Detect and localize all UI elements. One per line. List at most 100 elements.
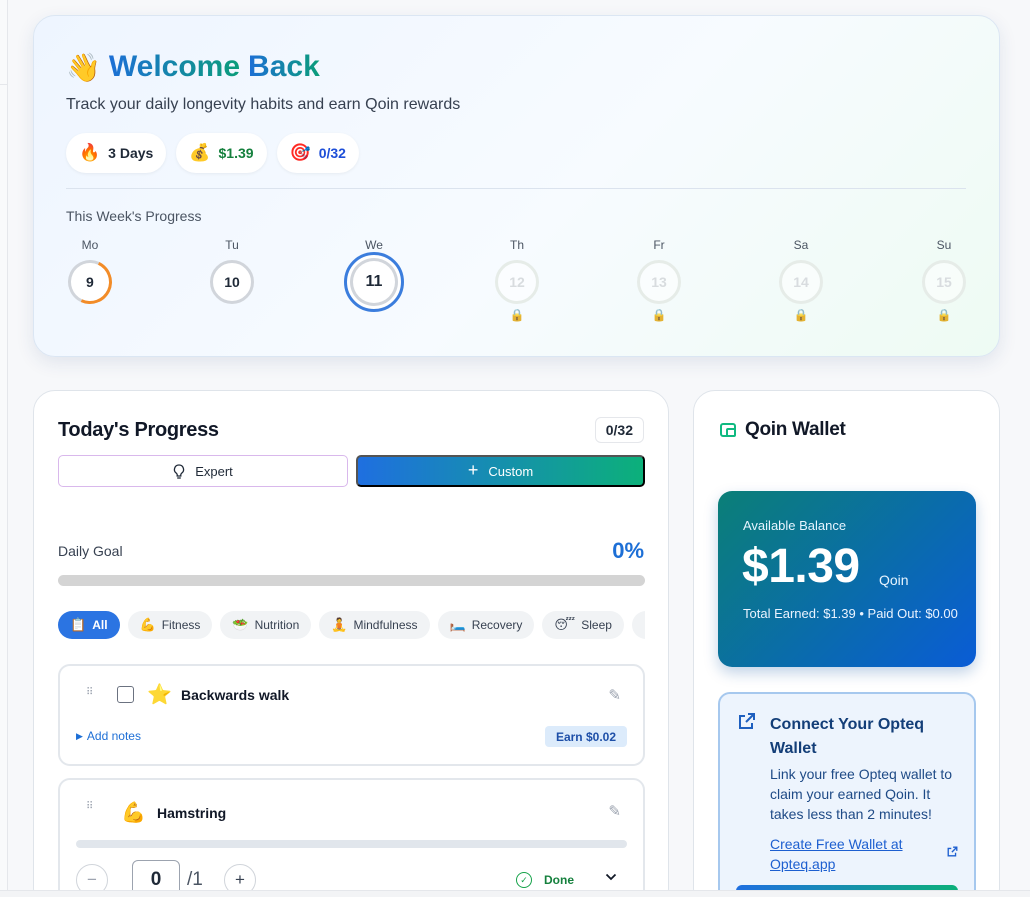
left-rail	[0, 0, 8, 897]
todays-progress-card: Today's Progress 0/32 Expert + Custom Da…	[33, 390, 669, 897]
check-circle-icon: ✓	[516, 872, 532, 888]
balance-panel: Available Balance $1.39 Qoin Total Earne…	[718, 491, 976, 667]
category-label: Mindfulness	[353, 618, 418, 632]
habit-checkbox[interactable]	[117, 686, 134, 703]
wallet-icon	[720, 423, 736, 437]
day-name: Fr	[653, 238, 665, 252]
add-notes-toggle[interactable]: ▶ Add notes	[76, 729, 141, 743]
lock-icon: 🔒	[793, 308, 809, 322]
welcome-subtitle: Track your daily longevity habits and ea…	[66, 96, 461, 113]
daily-goal-label: Daily Goal	[58, 543, 123, 559]
day-ring-locked: 12	[495, 260, 539, 304]
day-number: 10	[224, 274, 240, 290]
brain-icon: 🧠	[644, 617, 645, 633]
day-ring-locked: 14	[779, 260, 823, 304]
category-all[interactable]: 📋 All	[58, 611, 120, 639]
page: 👋 Welcome Back Track your daily longevit…	[0, 0, 1030, 897]
week-days: Mo 9 Tu 10 We 11 Th 12 🔒 Fr 13 🔒 Sa 14 🔒…	[34, 238, 1001, 338]
connect-title: Connect Your Opteq Wallet	[770, 716, 925, 757]
day-ring-today: 11	[344, 252, 404, 312]
done-label: Done	[544, 873, 574, 887]
meditation-icon: 🧘	[331, 617, 348, 632]
fire-icon: 🔥	[79, 143, 101, 162]
habit-progress-bar	[76, 840, 627, 848]
bed-icon: 🛏️	[449, 617, 466, 632]
lightbulb-icon	[174, 463, 185, 479]
flexed-biceps-icon: 💪	[139, 617, 156, 632]
category-fitness[interactable]: 💪 Fitness	[127, 611, 213, 639]
quantity-max: /1	[187, 869, 203, 890]
external-link-icon	[738, 712, 756, 735]
habit-card-hamstring: ⠿ 💪 Hamstring ✎ − 0 /1 + ✓ Done	[58, 778, 645, 897]
week-progress-label: This Week's Progress	[66, 208, 202, 224]
day-number: 15	[936, 274, 952, 290]
lock-icon: 🔒	[651, 308, 667, 322]
pencil-icon[interactable]: ✎	[608, 802, 621, 820]
sleeping-face-icon: 😴	[554, 617, 576, 632]
expert-button[interactable]: Expert	[58, 455, 348, 487]
day-name: Sa	[793, 238, 809, 252]
pencil-icon[interactable]: ✎	[608, 686, 621, 704]
custom-label: Custom	[488, 463, 534, 479]
chevron-down-icon[interactable]	[605, 870, 617, 884]
day-mo[interactable]: Mo 9	[55, 238, 125, 311]
day-name: Su	[936, 238, 952, 252]
welcome-title-word2: Back	[248, 50, 320, 83]
day-sa: Sa 14 🔒	[766, 238, 836, 322]
category-recovery[interactable]: 🛏️ Recovery	[437, 611, 535, 639]
day-name: Tu	[225, 238, 239, 252]
star-icon: ⭐	[147, 684, 172, 706]
target-icon: 🎯	[289, 143, 311, 162]
day-ring-locked: 15	[922, 260, 966, 304]
balance-totals: Total Earned: $1.39 • Paid Out: $0.00	[743, 606, 958, 621]
day-number: 11	[365, 273, 383, 290]
category-sleep[interactable]: 😴 Sleep	[542, 611, 624, 639]
drag-handle-icon[interactable]: ⠿	[86, 688, 94, 698]
day-name: Mo	[81, 238, 99, 252]
day-ring: 10	[210, 260, 254, 304]
stats-chips: 🔥 3 Days 💰 $1.39 🎯 0/32	[66, 133, 359, 173]
earnings-chip: 💰 $1.39	[176, 133, 267, 173]
custom-button[interactable]: + Custom	[356, 455, 645, 487]
salad-icon: 🥗	[232, 617, 249, 632]
day-su: Su 15 🔒	[909, 238, 979, 322]
connect-description: Link your free Opteq wallet to claim you…	[770, 766, 953, 822]
lock-icon: 🔒	[936, 308, 952, 322]
streak-chip: 🔥 3 Days	[66, 133, 167, 173]
wallet-title: Qoin Wallet	[720, 419, 846, 441]
category-label: Nutrition	[254, 618, 300, 632]
category-mindfulness[interactable]: 🧘 Mindfulness	[319, 611, 430, 639]
day-number: 12	[509, 274, 525, 290]
balance-unit: Qoin	[879, 572, 909, 588]
connect-wallet-panel: Connect Your Opteq Wallet Link your free…	[718, 692, 976, 897]
category-filters: 📋 All 💪 Fitness 🥗 Nutrition 🧘 Mindfulnes…	[58, 611, 645, 641]
add-notes-label: Add notes	[86, 729, 141, 743]
welcome-title: 👋 Welcome Back	[66, 50, 320, 84]
todays-progress-title: Today's Progress	[58, 419, 219, 441]
wallet-title-text: Qoin Wallet	[745, 419, 846, 440]
day-fr: Fr 13 🔒	[624, 238, 694, 322]
welcome-title-word1: Welcome	[108, 50, 241, 83]
clipboard-icon: 📋	[70, 617, 87, 632]
category-nutrition[interactable]: 🥗 Nutrition	[220, 611, 312, 639]
welcome-card: 👋 Welcome Back Track your daily longevit…	[33, 15, 1000, 357]
drag-handle-icon[interactable]: ⠿	[86, 802, 94, 812]
earnings-text: $1.39	[218, 145, 254, 161]
habit-name: Hamstring	[157, 805, 227, 821]
day-number: 14	[793, 274, 809, 290]
balance-label: Available Balance	[743, 518, 847, 533]
create-wallet-link[interactable]: Create Free Wallet at Opteq.app	[770, 834, 940, 874]
day-we[interactable]: We 11	[339, 238, 409, 312]
qoin-wallet-card: Qoin Wallet Available Balance $1.39 Qoin…	[693, 390, 1000, 897]
habit-card-backwards-walk: ⠿ ⭐ Backwards walk ✎ ▶ Add notes Earn $0…	[58, 664, 645, 766]
done-button[interactable]: ✓ Done	[516, 872, 574, 888]
category-label: All	[92, 618, 108, 632]
day-ring: 9	[61, 253, 119, 311]
day-tu[interactable]: Tu 10	[197, 238, 267, 304]
daily-goal-bar	[58, 575, 645, 586]
category-label: Fitness	[161, 618, 201, 632]
day-name: Th	[509, 238, 524, 252]
plus-icon: +	[467, 459, 479, 480]
category-more[interactable]: 🧠	[631, 611, 645, 639]
daily-goal-percent: 0%	[612, 538, 644, 563]
